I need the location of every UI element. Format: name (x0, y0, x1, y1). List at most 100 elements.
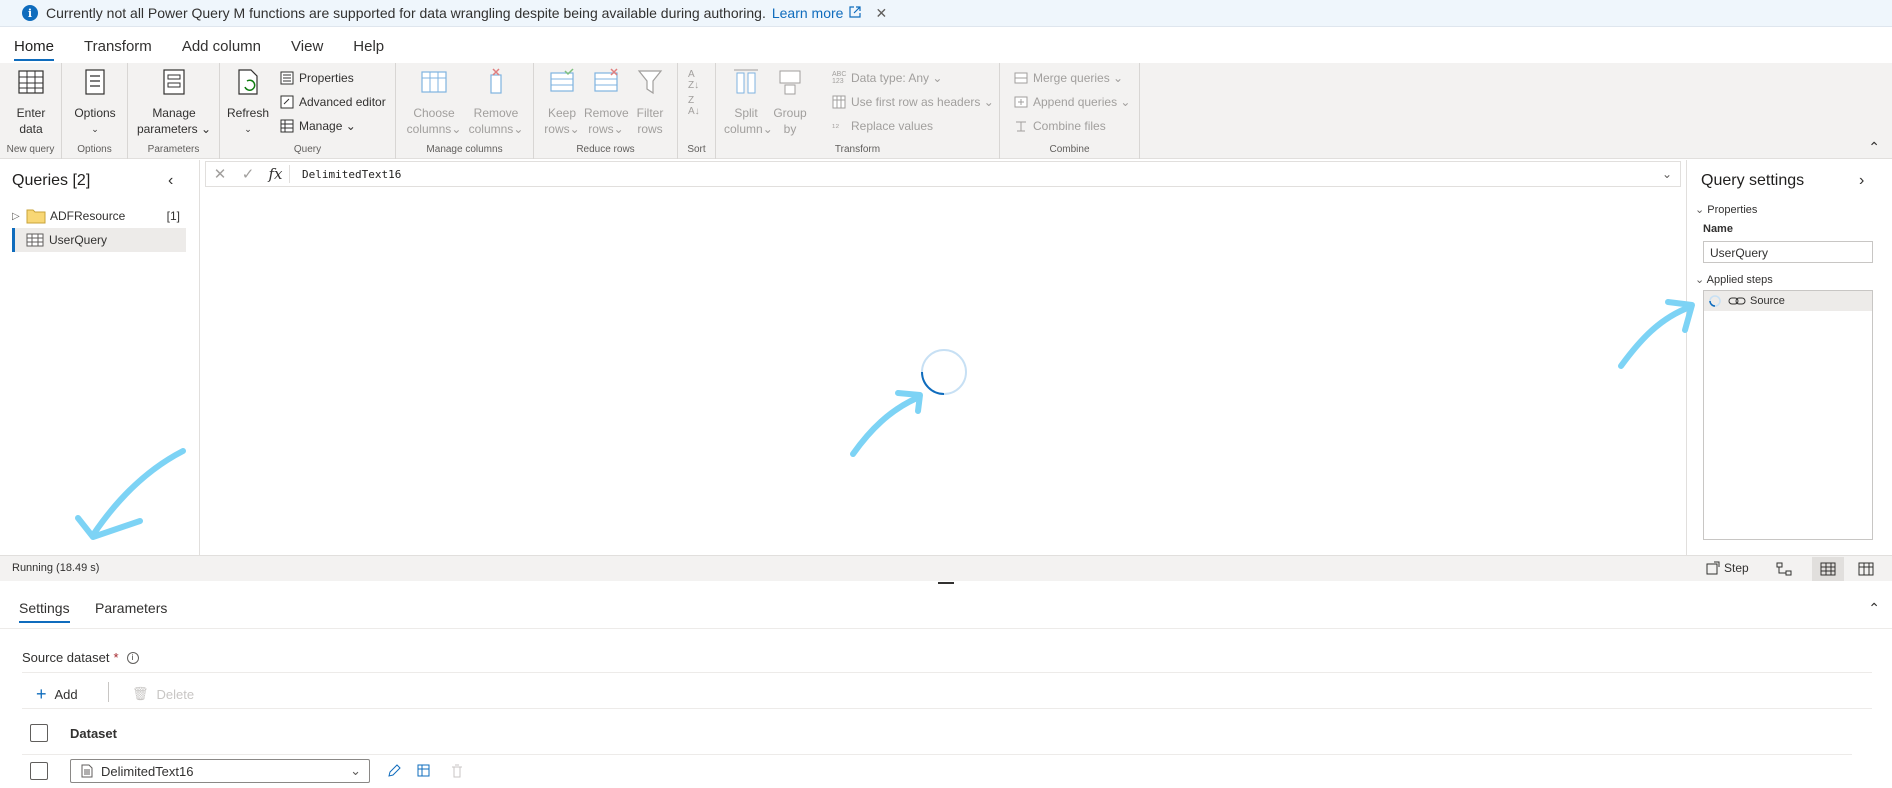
query-item-adfresource[interactable]: ▷ ADFResource [1] (12, 204, 186, 228)
chevron-down-icon[interactable]: ⌄ (1654, 167, 1680, 181)
combine-files-button[interactable]: Combine files (1014, 119, 1106, 133)
learn-more-link[interactable]: Learn more (772, 5, 844, 21)
select-all-checkbox[interactable] (30, 724, 48, 742)
manage-button[interactable]: Manage ⌄ (280, 119, 356, 133)
manage-parameters-label-1: Manage (152, 106, 196, 120)
expand-icon[interactable]: ▷ (12, 211, 26, 222)
close-icon[interactable]: ✕ (875, 5, 887, 22)
enter-data-button[interactable]: Enter data (8, 67, 54, 137)
group-label-reduce-rows: Reduce rows (576, 144, 635, 155)
group-by-button[interactable]: Group by (770, 67, 810, 137)
merge-queries-button[interactable]: Merge queries ⌄ (1014, 71, 1123, 85)
filter-icon (637, 70, 663, 95)
sort-ascending-icon[interactable]: A Z↓ (688, 69, 699, 91)
group-combine: Merge queries ⌄ Append queries ⌄ Combine… (1000, 63, 1140, 159)
info-icon[interactable]: i (126, 651, 139, 664)
split-column-button[interactable]: Split column⌄ (724, 67, 773, 137)
remove-rows-button[interactable]: Remove rows⌄ (584, 67, 629, 137)
edit-icon[interactable] (386, 763, 402, 779)
group-by-label-2: by (783, 122, 797, 136)
advanced-editor-label: Advanced editor (299, 95, 386, 109)
chevron-down-icon: ⌄ (1695, 204, 1705, 216)
trash-icon[interactable] (450, 763, 464, 779)
manage-icon (280, 119, 294, 133)
query-item-userquery[interactable]: UserQuery (12, 228, 186, 252)
preview-icon[interactable] (416, 763, 432, 779)
chevron-right-icon[interactable]: › (1859, 172, 1864, 190)
use-first-row-button[interactable]: Use first row as headers ⌄ (832, 95, 994, 109)
query-name: ADFResource (50, 209, 126, 223)
append-icon (1014, 96, 1028, 108)
manage-label: Manage (299, 119, 343, 133)
advanced-editor-button[interactable]: Advanced editor (280, 95, 386, 109)
step-button[interactable]: Step (1706, 561, 1749, 575)
properties-label: Properties (299, 71, 354, 85)
ribbon: Enter data New query Options ⌄ Options M… (0, 63, 1892, 159)
remove-columns-button[interactable]: Remove columns⌄ (466, 67, 526, 137)
manage-parameters-button[interactable]: Manage parameters ⌄ (136, 67, 212, 137)
tab-home[interactable]: Home (14, 32, 55, 61)
tab-parameters[interactable]: Parameters (95, 600, 167, 622)
tab-settings[interactable]: Settings (19, 600, 70, 623)
schema-view-icon[interactable] (1858, 562, 1874, 576)
delete-button[interactable]: 🗑 Delete (132, 686, 194, 702)
ribbon-tabs: Home Transform Add column View Help (0, 30, 414, 63)
data-type-dropdown[interactable]: ABC 123 Data type: Any ⌄ (832, 71, 942, 85)
group-options: Options ⌄ Options (62, 63, 128, 159)
diagram-view-icon[interactable] (1776, 562, 1792, 576)
choose-columns-button[interactable]: Choose columns⌄ (404, 67, 464, 137)
filter-rows-label-2: rows (637, 122, 663, 136)
row-checkbox[interactable] (30, 762, 48, 780)
divider (22, 672, 1872, 673)
refresh-button[interactable]: Refresh ⌄ (226, 67, 270, 137)
cancel-icon[interactable]: ✕ (206, 165, 234, 183)
table-view-toggle[interactable] (1812, 557, 1844, 581)
use-first-row-label: Use first row as headers (851, 95, 981, 109)
commit-icon[interactable]: ✓ (234, 165, 262, 183)
collapse-ribbon-icon[interactable]: ⌃ (1868, 139, 1880, 156)
external-link-icon[interactable] (849, 5, 862, 21)
group-new-query: Enter data New query (0, 63, 62, 159)
remove-columns-icon (490, 68, 502, 94)
tab-transform[interactable]: Transform (84, 32, 152, 61)
group-label-transform: Transform (834, 144, 881, 155)
group-label-options: Options (77, 144, 112, 155)
properties-icon (280, 71, 294, 85)
tab-help[interactable]: Help (353, 32, 384, 61)
keep-rows-button[interactable]: Keep rows⌄ (540, 67, 584, 137)
formula-input[interactable]: DelimitedText16 (290, 168, 1654, 181)
append-queries-label: Append queries (1033, 95, 1118, 109)
table-icon (26, 233, 44, 247)
collapse-panel-icon[interactable]: ⌃ (1868, 600, 1880, 617)
options-button[interactable]: Options ⌄ (70, 67, 120, 137)
name-input[interactable]: UserQuery (1703, 241, 1873, 263)
sort-descending-icon[interactable]: Z A↓ (688, 95, 700, 117)
filter-rows-label-1: Filter (636, 106, 664, 120)
query-name: UserQuery (49, 233, 108, 247)
filter-rows-button[interactable]: Filter rows (628, 67, 672, 137)
table-header-icon (832, 95, 846, 109)
name-label: Name (1703, 223, 1733, 235)
group-label-sort: Sort (687, 144, 706, 155)
step-item-source[interactable]: Source (1704, 291, 1872, 311)
properties-section[interactable]: ⌄ Properties (1695, 203, 1757, 216)
tab-view[interactable]: View (291, 32, 323, 61)
applied-steps-section[interactable]: ⌄ Applied steps (1695, 273, 1773, 286)
table-icon (18, 70, 44, 94)
chevron-left-icon[interactable]: ‹ (168, 172, 173, 190)
dataset-dropdown[interactable]: DelimitedText16 ⌄ (70, 759, 370, 783)
advanced-editor-icon (280, 95, 294, 109)
divider (22, 754, 1852, 755)
folder-icon (26, 209, 46, 224)
applied-steps-list: Source (1703, 290, 1873, 540)
manage-parameters-label-2: parameters ⌄ (136, 122, 212, 136)
dataset-value: DelimitedText16 (101, 763, 194, 779)
append-queries-button[interactable]: Append queries ⌄ (1014, 95, 1130, 109)
properties-button[interactable]: Properties (280, 71, 354, 85)
combine-files-icon (1016, 121, 1026, 132)
query-settings-title: Query settings (1701, 172, 1805, 189)
group-manage-columns: Choose columns⌄ Remove columns⌄ Manage c… (396, 63, 534, 159)
replace-values-button[interactable]: ₁₂ Replace values (832, 119, 933, 133)
tab-add-column[interactable]: Add column (182, 32, 261, 61)
add-button[interactable]: + Add (36, 684, 78, 705)
